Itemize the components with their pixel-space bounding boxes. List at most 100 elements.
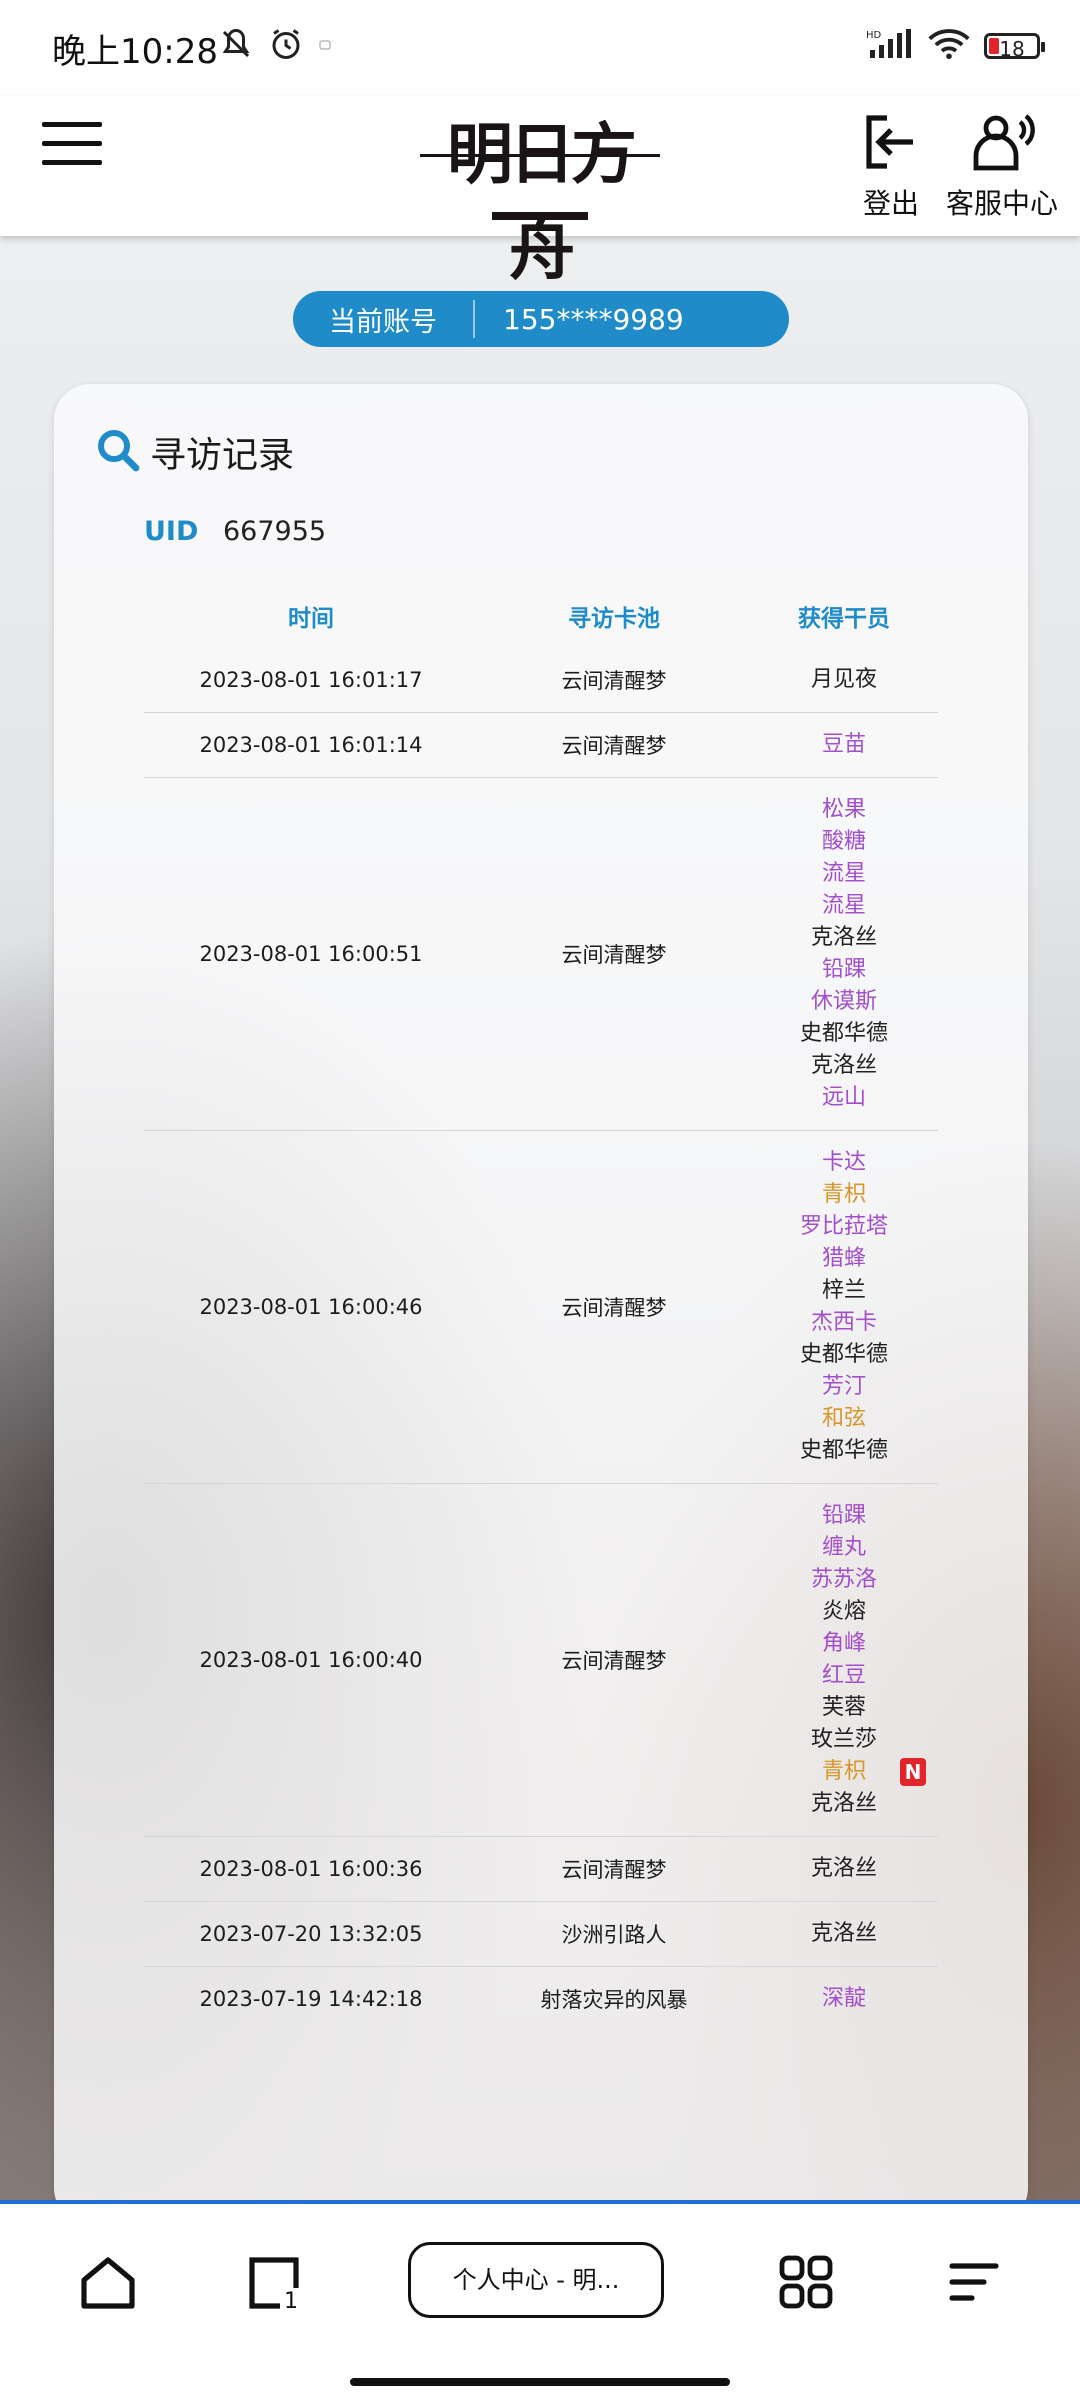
operator-name: 缠丸 bbox=[821, 1535, 866, 1560]
operator-name: 角峰 bbox=[821, 1631, 866, 1656]
operator-name: 休谟斯 bbox=[810, 989, 877, 1014]
operator-entry: 休谟斯 bbox=[750, 986, 938, 1018]
operator-entry: 芳汀 bbox=[750, 1371, 938, 1403]
notification-dot-icon bbox=[318, 37, 332, 56]
svg-text:1: 1 bbox=[284, 2289, 298, 2312]
record-time: 2023-08-01 16:00:46 bbox=[144, 1130, 478, 1484]
operator-entry: 罗比菈塔 bbox=[750, 1211, 938, 1243]
record-time: 2023-07-20 13:32:05 bbox=[144, 1901, 478, 1967]
record-operators: 月见夜 bbox=[750, 648, 938, 713]
operator-entry: 芙蓉 bbox=[750, 1692, 938, 1724]
status-bar: 晚上10:28 HD 18 bbox=[0, 0, 1080, 96]
operator-entry: 红豆 bbox=[750, 1660, 938, 1692]
new-badge: N bbox=[900, 1758, 926, 1786]
arknights-logo[interactable]: 明日方舟 bbox=[420, 106, 660, 289]
gacha-records-card: 寻访记录 UID 667955 时间 寻访卡池 获得干员 2023-08-01 … bbox=[54, 384, 1028, 2224]
uid-label: UID bbox=[144, 516, 199, 547]
operator-entry: 玫兰莎 bbox=[750, 1724, 938, 1756]
logout-button[interactable]: 登出 bbox=[856, 110, 926, 222]
record-pool: 云间清醒梦 bbox=[478, 712, 750, 778]
battery-indicator: 18 bbox=[984, 33, 1045, 61]
status-time: 晚上10:28 bbox=[52, 32, 218, 72]
menu-button[interactable] bbox=[42, 122, 102, 170]
browser-bottom-bar: 1 个人中心 - 明... bbox=[0, 2200, 1080, 2404]
operator-name: 豆苗 bbox=[821, 732, 866, 757]
operator-name: 史都华德 bbox=[799, 1021, 888, 1046]
operator-name: 铅踝 bbox=[821, 1503, 866, 1528]
operator-entry: 史都华德 bbox=[750, 1339, 938, 1371]
records-table: 时间 寻访卡池 获得干员 2023-08-01 16:01:17 云间清醒梦 月见夜… bbox=[144, 584, 938, 2031]
operator-name: 炎熔 bbox=[821, 1599, 866, 1624]
operator-name: 史都华德 bbox=[799, 1438, 888, 1463]
logout-label: 登出 bbox=[862, 187, 919, 220]
operator-name: 苏苏洛 bbox=[810, 1567, 877, 1592]
table-row: 2023-07-19 14:42:18 射落灾异的风暴 深靛 bbox=[144, 1967, 938, 2032]
operator-name: 史都华德 bbox=[799, 1342, 888, 1367]
record-pool: 沙洲引路人 bbox=[478, 1901, 750, 1967]
operator-name: 玫兰莎 bbox=[810, 1727, 877, 1752]
operator-entry: 史都华德 bbox=[750, 1018, 938, 1050]
operator-name: 卡达 bbox=[821, 1150, 866, 1175]
record-pool: 云间清醒梦 bbox=[478, 1836, 750, 1902]
operator-name: 青枳 bbox=[821, 1182, 866, 1207]
app-header: 明日方舟 登出 客服中心 bbox=[0, 96, 1080, 289]
operator-entry: 苏苏洛 bbox=[750, 1564, 938, 1596]
operator-name: 猎蜂 bbox=[821, 1246, 866, 1271]
operator-entry: 远山 bbox=[750, 1082, 938, 1114]
record-time: 2023-08-01 16:00:40 bbox=[144, 1483, 478, 1837]
logo-text: 明日方舟 bbox=[447, 115, 637, 289]
table-row: 2023-08-01 16:00:36 云间清醒梦 克洛丝 bbox=[144, 1836, 938, 1902]
current-tab-pill[interactable]: 个人中心 - 明... bbox=[408, 2242, 664, 2318]
card-title: 寻访记录 bbox=[94, 426, 294, 478]
record-operators: 卡达 青枳 罗比菈塔 猎蜂 梓兰 杰西卡 史都华德 芳汀 和弦 史都华德 bbox=[750, 1130, 938, 1484]
record-time: 2023-08-01 16:00:36 bbox=[144, 1836, 478, 1902]
record-operators: 克洛丝 bbox=[750, 1836, 938, 1902]
operator-entry: 炎熔 bbox=[750, 1596, 938, 1628]
record-operators: 豆苗 bbox=[750, 712, 938, 778]
logo-strike bbox=[420, 154, 660, 157]
operator-name: 月见夜 bbox=[810, 667, 877, 692]
operator-entry: 克洛丝 bbox=[750, 1853, 938, 1885]
home-icon[interactable] bbox=[78, 2252, 138, 2316]
current-account-pill: 当前账号 155****9989 bbox=[293, 291, 789, 347]
operator-name: 梓兰 bbox=[821, 1278, 866, 1303]
customer-service-button[interactable]: 客服中心 bbox=[942, 110, 1062, 222]
record-pool: 云间清醒梦 bbox=[478, 777, 750, 1131]
operator-entry: 豆苗 bbox=[750, 729, 938, 761]
record-pool: 云间清醒梦 bbox=[478, 1483, 750, 1837]
operator-name: 罗比菈塔 bbox=[799, 1214, 888, 1239]
table-row: 2023-08-01 16:00:51 云间清醒梦 松果 酸糖 流星 流星 克洛丝 铅踝 休谟斯… bbox=[144, 777, 938, 1131]
wifi-icon bbox=[928, 28, 970, 64]
menu-lines-icon[interactable] bbox=[944, 2252, 1004, 2316]
operator-name: 松果 bbox=[821, 797, 866, 822]
operator-entry: 卡达 bbox=[750, 1147, 938, 1179]
tabs-icon[interactable]: 1 bbox=[244, 2252, 304, 2316]
operator-entry: 克洛丝 bbox=[750, 1788, 938, 1820]
record-operators: 深靛 bbox=[750, 1967, 938, 2032]
alarm-icon bbox=[268, 26, 304, 66]
header-operators: 获得干员 bbox=[798, 606, 890, 632]
signal-icon: HD bbox=[866, 28, 914, 64]
support-agent-icon bbox=[968, 114, 1036, 178]
account-label: 当前账号 bbox=[329, 306, 437, 338]
table-header-row: 时间 寻访卡池 获得干员 bbox=[144, 584, 938, 648]
operator-entry: 青枳 N bbox=[750, 1756, 938, 1788]
operator-name: 克洛丝 bbox=[810, 1856, 877, 1881]
operator-entry: 梓兰 bbox=[750, 1275, 938, 1307]
svg-text:HD: HD bbox=[866, 30, 882, 41]
operator-name: 流星 bbox=[821, 893, 866, 918]
apps-grid-icon[interactable] bbox=[776, 2252, 836, 2316]
operator-name: 克洛丝 bbox=[810, 925, 877, 950]
operator-name: 芙蓉 bbox=[821, 1695, 866, 1720]
operator-entry: 缠丸 bbox=[750, 1532, 938, 1564]
operator-entry: 松果 bbox=[750, 794, 938, 826]
table-row: 2023-08-01 16:01:14 云间清醒梦 豆苗 bbox=[144, 712, 938, 778]
gesture-bar[interactable] bbox=[350, 2378, 730, 2386]
records-body: 2023-08-01 16:01:17 云间清醒梦 月见夜 2023-08-01 16… bbox=[144, 648, 938, 2031]
operator-name: 深靛 bbox=[821, 1986, 866, 2011]
operator-name: 芳汀 bbox=[821, 1374, 866, 1399]
header-pool: 寻访卡池 bbox=[568, 606, 660, 632]
operator-name: 酸糖 bbox=[821, 829, 866, 854]
table-row: 2023-07-20 13:32:05 沙洲引路人 克洛丝 bbox=[144, 1901, 938, 1967]
card-title-text: 寻访记录 bbox=[150, 435, 295, 476]
